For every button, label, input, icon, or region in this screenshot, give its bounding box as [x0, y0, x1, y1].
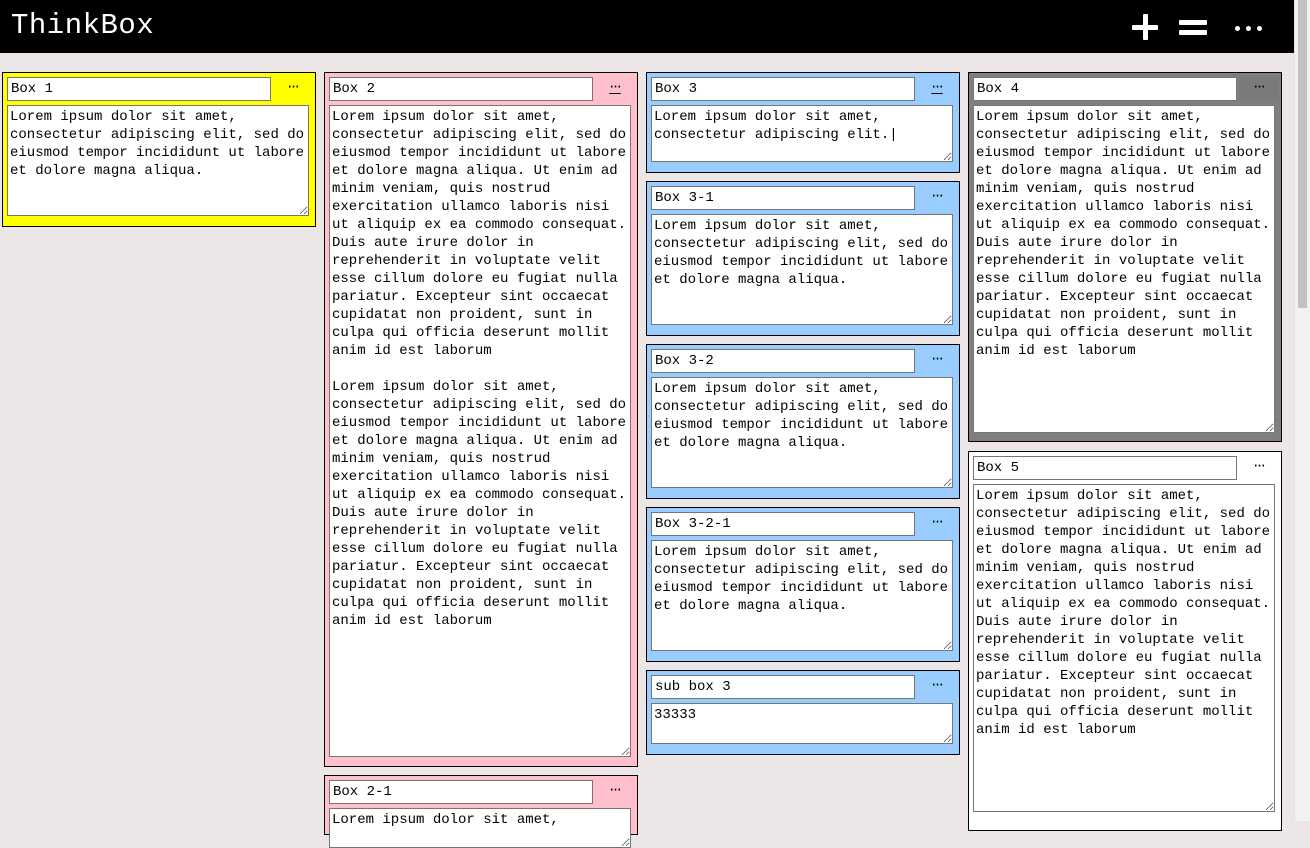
box-title-input[interactable] — [651, 675, 915, 699]
box-text-area[interactable]: Lorem ipsum dolor sit amet, consectetur … — [329, 105, 631, 757]
box-title-input[interactable] — [973, 77, 1237, 101]
box-3: ··· Lorem ipsum dolor sit amet, consecte… — [646, 72, 960, 173]
box-title-input[interactable] — [651, 349, 915, 373]
box-1: ··· Lorem ipsum dolor sit amet, consecte… — [2, 72, 316, 227]
box-3-2-1: ··· Lorem ipsum dolor sit amet, consecte… — [646, 507, 960, 662]
scrollbar-thumb[interactable] — [1298, 0, 1307, 308]
hamburger-icon[interactable] — [1178, 12, 1208, 42]
box-text-area[interactable]: Lorem ipsum dolor sit amet, consectetur … — [973, 484, 1275, 812]
box-options-button[interactable]: ··· — [917, 77, 957, 101]
box-title-input[interactable] — [7, 77, 271, 101]
box-text-area[interactable]: Lorem ipsum dolor sit amet, consectetur … — [651, 377, 953, 488]
top-bar: ThinkBox — [0, 0, 1295, 53]
box-options-button[interactable]: ··· — [1239, 77, 1279, 101]
scrollbar[interactable] — [1294, 0, 1310, 821]
box-options-button[interactable]: ··· — [917, 512, 957, 536]
box-options-button[interactable]: ··· — [917, 349, 957, 373]
box-text-area[interactable]: Lorem ipsum dolor sit amet, — [329, 808, 631, 848]
box-text-area[interactable]: Lorem ipsum dolor sit amet, consectetur … — [7, 105, 309, 216]
box-options-button[interactable]: ··· — [917, 186, 957, 210]
box-2-1: ··· Lorem ipsum dolor sit amet, — [324, 775, 638, 848]
box-options-button[interactable]: ··· — [1239, 456, 1279, 480]
box-3-1: ··· Lorem ipsum dolor sit amet, consecte… — [646, 181, 960, 336]
box-options-button[interactable]: ··· — [917, 675, 957, 699]
box-options-button[interactable]: ··· — [595, 780, 635, 804]
box-title-input[interactable] — [651, 512, 915, 536]
box-3-2: ··· Lorem ipsum dolor sit amet, consecte… — [646, 344, 960, 499]
app-title: ThinkBox — [11, 9, 155, 42]
box-text-area[interactable]: Lorem ipsum dolor sit amet, consectetur … — [651, 105, 953, 162]
box-title-input[interactable] — [329, 77, 593, 101]
box-title-input[interactable] — [973, 456, 1237, 480]
box-options-button[interactable]: ··· — [595, 77, 635, 101]
box-5: ··· Lorem ipsum dolor sit amet, consecte… — [968, 451, 1282, 831]
box-4: ··· Lorem ipsum dolor sit amet, consecte… — [968, 72, 1282, 442]
box-title-input[interactable] — [329, 780, 593, 804]
plus-icon[interactable] — [1130, 12, 1160, 42]
box-text-area[interactable]: Lorem ipsum dolor sit amet, consectetur … — [973, 105, 1275, 433]
box-title-input[interactable] — [651, 186, 915, 210]
box-title-input[interactable] — [651, 77, 915, 101]
box-text-area[interactable]: 33333 — [651, 703, 953, 744]
sub-box-3: ··· 33333 — [646, 670, 960, 755]
box-text-area[interactable]: Lorem ipsum dolor sit amet, consectetur … — [651, 214, 953, 325]
box-options-button[interactable]: ··· — [273, 77, 313, 101]
box-2: ··· Lorem ipsum dolor sit amet, consecte… — [324, 72, 638, 767]
box-text-area[interactable]: Lorem ipsum dolor sit amet, consectetur … — [651, 540, 953, 651]
more-icon[interactable] — [1232, 12, 1266, 42]
